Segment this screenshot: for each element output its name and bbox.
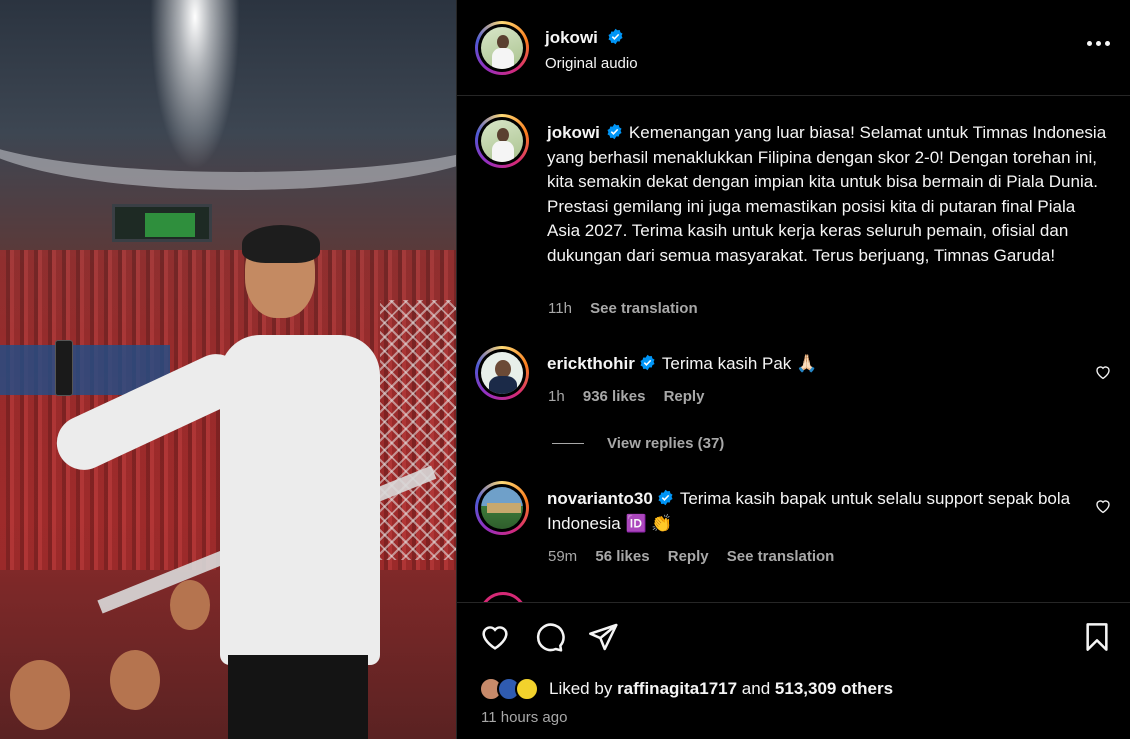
comment-erickthohir: erickthohir Terima kasih Pak 🙏🏻 (547, 352, 1087, 377)
comment-likes[interactable]: 936 likes (583, 388, 646, 405)
comment-meta: 59m 56 likes Reply See translation (548, 548, 848, 565)
view-replies-button[interactable]: View replies (37) (552, 435, 724, 452)
comment-reply-button[interactable]: Reply (664, 388, 705, 405)
comment-username[interactable]: novarianto30 (547, 489, 653, 508)
liked-user-link[interactable]: raffinagita1717 (617, 679, 737, 698)
caption-body: Kemenangan yang luar biasa! Selamat untu… (547, 123, 1107, 265)
comment-meta: 1h 936 likes Reply (548, 388, 718, 405)
verified-badge-icon (608, 28, 623, 45)
comment-novarianto30: novarianto30 Terima kasih bapak untuk se… (547, 487, 1087, 536)
stadium-lights (150, 0, 240, 170)
audio-label[interactable]: Original audio (545, 55, 638, 72)
liked-by-text: Liked by raffinagita1717 and 513,309 oth… (549, 679, 893, 699)
caption-meta: 11h See translation (548, 300, 712, 317)
comment-time: 1h (548, 388, 565, 405)
post-timestamp[interactable]: 11 hours ago (481, 709, 567, 726)
phone-in-hand (55, 340, 73, 396)
share-icon[interactable] (587, 621, 619, 653)
stand-fence (380, 300, 456, 560)
see-translation-link[interactable]: See translation (727, 548, 835, 565)
liker-avatar[interactable] (515, 677, 539, 701)
comment-like-heart-icon[interactable] (1094, 497, 1112, 515)
post-actions-bar: Liked by raffinagita1717 and 513,309 oth… (457, 602, 1130, 739)
verified-badge-icon (640, 354, 655, 371)
more-options-icon[interactable] (1087, 40, 1111, 48)
caption-avatar[interactable] (475, 114, 529, 168)
post-caption: jokowi Kemenangan yang luar biasa! Selam… (547, 121, 1107, 269)
author-username[interactable]: jokowi (545, 28, 598, 47)
verified-badge-icon (658, 489, 673, 506)
liked-by-row: Liked by raffinagita1717 and 513,309 oth… (479, 677, 893, 701)
comment-username[interactable]: erickthohir (547, 354, 635, 373)
replies-divider-line (552, 443, 584, 444)
caption-username[interactable]: jokowi (547, 123, 600, 142)
comment-reply-button[interactable]: Reply (668, 548, 709, 565)
heart-icon[interactable] (479, 621, 511, 653)
post-details-panel: jokowi Original audio jokowi Kemenangan … (456, 0, 1130, 739)
view-replies-label: View replies (37) (607, 435, 725, 452)
author-avatar[interactable] (475, 21, 529, 75)
verified-badge-icon (607, 123, 622, 140)
post-media[interactable] (0, 0, 456, 739)
comment-time: 59m (548, 548, 578, 565)
header-username-row: jokowi (545, 28, 624, 48)
liked-others-link[interactable]: 513,309 others (775, 679, 893, 698)
caption-time: 11h (548, 300, 572, 317)
comment-avatar-novarianto30[interactable] (475, 481, 529, 535)
comment-like-heart-icon[interactable] (1094, 363, 1112, 381)
bookmark-icon[interactable] (1081, 621, 1113, 653)
see-translation-link[interactable]: See translation (590, 300, 698, 317)
main-person (47, 225, 390, 739)
post-header: jokowi Original audio (457, 0, 1130, 96)
comment-body: Terima kasih Pak 🙏🏻 (661, 354, 818, 373)
liked-and: and (741, 679, 771, 698)
comment-icon[interactable] (533, 621, 565, 653)
liked-prefix: Liked by (549, 679, 613, 698)
comment-avatar-erickthohir[interactable] (475, 346, 529, 400)
fan-figure (10, 660, 70, 730)
comment-likes[interactable]: 56 likes (595, 548, 649, 565)
